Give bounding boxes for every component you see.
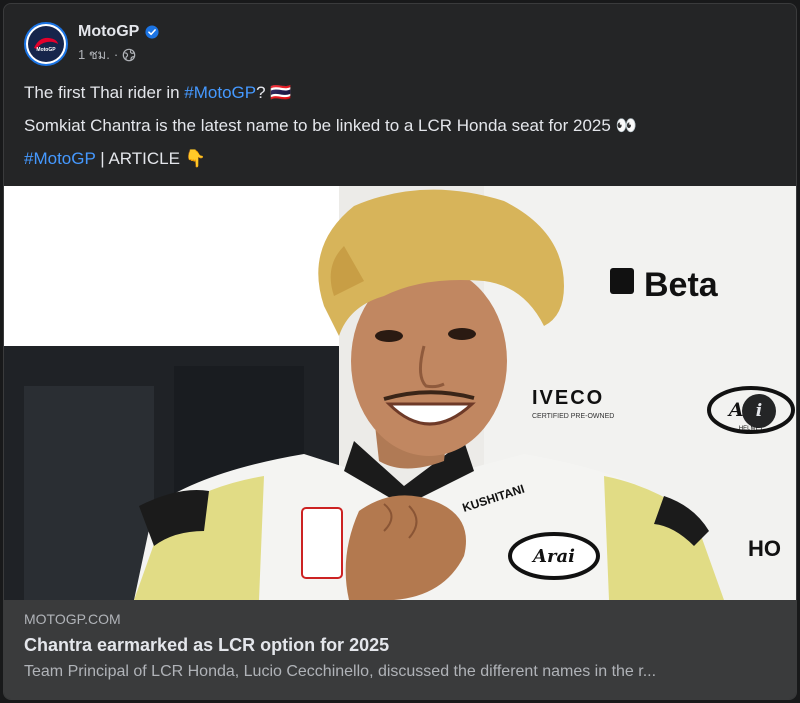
avatar-logo-text: MotoGP: [36, 47, 56, 53]
globe-icon: [122, 48, 136, 61]
motogp-logo-icon: MotoGP: [28, 26, 64, 62]
svg-text:IVECO: IVECO: [532, 387, 604, 409]
iveco-logo: IVECO CERTIFIED PRE-OWNED: [532, 387, 614, 420]
svg-text:CERTIFIED PRE-OWNED: CERTIFIED PRE-OWNED: [532, 413, 614, 420]
post-meta: MotoGP 1 ชม. ·: [78, 23, 159, 65]
hashtag-link[interactable]: #MotoGP: [184, 83, 256, 102]
meta-separator: ·: [113, 47, 119, 62]
post-text-line-1: The first Thai rider in #MotoGP? 🇹🇭: [24, 83, 292, 102]
verified-badge-icon: [145, 25, 159, 39]
svg-text:Beta: Beta: [644, 266, 719, 304]
post-timestamp[interactable]: 1 ชม.: [78, 44, 110, 65]
honda-logo-partial: HO: [748, 536, 781, 561]
rider-photo-image: Beta IVECO CERTIFIED PRE-OWNED Arai HELM…: [4, 186, 796, 600]
post-text-line-2: Somkiat Chantra is the latest name to be…: [24, 116, 637, 135]
link-domain: MOTOGP.COM: [24, 611, 121, 627]
post-header: MotoGP MotoGP 1 ชม. ·: [24, 20, 159, 68]
link-preview[interactable]: MOTOGP.COM Chantra earmarked as LCR opti…: [4, 600, 796, 699]
page-name-link[interactable]: MotoGP: [78, 23, 139, 41]
post-card: MotoGP MotoGP 1 ชม. · The first Thai rid…: [3, 3, 797, 700]
page-avatar[interactable]: MotoGP: [24, 22, 68, 66]
link-description: Team Principal of LCR Honda, Lucio Cecch…: [24, 663, 657, 680]
svg-text:Arai: Arai: [531, 546, 575, 567]
info-button[interactable]: i: [742, 394, 776, 428]
hashtag-link[interactable]: #MotoGP: [24, 149, 96, 168]
post-photo[interactable]: Beta IVECO CERTIFIED PRE-OWNED Arai HELM…: [4, 186, 796, 600]
post-text: The first Thai rider in #MotoGP? 🇹🇭 Somk…: [24, 82, 776, 181]
post-text-line-3: #MotoGP | ARTICLE 👇: [24, 149, 206, 168]
link-title[interactable]: Chantra earmarked as LCR option for 2025: [24, 634, 778, 656]
